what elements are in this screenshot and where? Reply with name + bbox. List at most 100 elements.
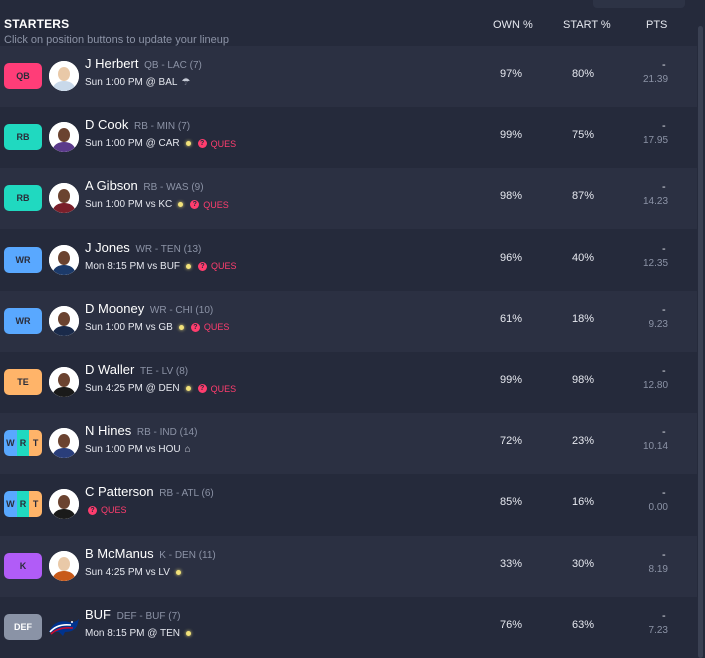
pts-projected: 10.14 xyxy=(643,441,669,453)
game-info: ? QUES xyxy=(85,505,127,515)
player-headshot[interactable] xyxy=(49,305,79,336)
player-headshot[interactable] xyxy=(49,183,79,214)
player-headshot[interactable] xyxy=(49,61,79,91)
own-percent: 96% xyxy=(500,251,523,264)
player-headshot[interactable] xyxy=(49,428,79,459)
own-percent: 97% xyxy=(500,68,523,80)
pts-actual: - xyxy=(662,548,666,561)
own-percent: 99% xyxy=(500,129,523,142)
pts-projected: 21.39 xyxy=(643,74,669,85)
dome-icon: ⌂ xyxy=(184,444,191,456)
player-name-text: D Mooney xyxy=(85,300,145,316)
position-button[interactable]: WR xyxy=(4,307,42,334)
game-info: Sun 1:00 PM @ CAR? QUES xyxy=(85,138,236,149)
column-header-pts[interactable]: PTS xyxy=(646,19,667,31)
player-headshot[interactable] xyxy=(49,550,79,581)
player-meta: RB - WAS (9) xyxy=(143,182,204,194)
injury-alert-icon: ? xyxy=(198,261,208,271)
player-headshot[interactable] xyxy=(49,122,79,153)
player-name[interactable]: B McManus K - DEN (11) xyxy=(85,546,216,561)
player-name[interactable]: BUF DEF - BUF (7) xyxy=(85,607,181,622)
position-button-flex[interactable]: WRT xyxy=(4,491,42,518)
game-info: Sun 4:25 PM @ DEN? QUES xyxy=(85,383,236,394)
flex-letter: W xyxy=(4,491,17,518)
pts-projected: 14.23 xyxy=(643,196,669,208)
flex-letter: T xyxy=(29,430,42,457)
position-button-flex[interactable]: WRT xyxy=(4,430,42,457)
player-meta: RB - IND (14) xyxy=(136,427,198,439)
player-meta: WR - TEN (13) xyxy=(135,243,202,255)
position-button[interactable]: DEF xyxy=(4,613,42,640)
player-name-text: D Waller xyxy=(85,362,135,377)
game-time: Sun 1:00 PM @ CAR xyxy=(85,138,180,150)
injury-status: QUES xyxy=(203,322,230,333)
pts-projected: 9.23 xyxy=(648,318,668,330)
position-button[interactable]: RB xyxy=(4,185,42,212)
player-name-text: BUF xyxy=(85,606,111,622)
player-name-text: C Patterson xyxy=(85,484,154,500)
player-name[interactable]: D Mooney WR - CHI (10) xyxy=(85,301,213,316)
player-name[interactable]: J Jones WR - TEN (13) xyxy=(85,240,201,255)
start-percent: 16% xyxy=(572,496,595,509)
position-button[interactable]: WR xyxy=(4,246,42,273)
player-name-text: D Cook xyxy=(85,117,129,133)
start-percent: 63% xyxy=(572,618,595,631)
start-percent: 18% xyxy=(572,312,595,325)
player-headshot[interactable] xyxy=(49,367,79,397)
game-time: Sun 4:25 PM @ DEN xyxy=(85,383,180,394)
own-percent: 61% xyxy=(500,312,523,325)
game-info: Sun 1:00 PM vs GB? QUES xyxy=(85,322,229,333)
start-percent: 40% xyxy=(572,251,595,264)
game-time: Sun 1:00 PM vs KC xyxy=(85,199,173,211)
sun-icon xyxy=(186,630,191,636)
player-name[interactable]: D Waller TE - LV (8) xyxy=(85,362,188,377)
pts-projected: 0.00 xyxy=(648,502,668,514)
position-button[interactable]: RB xyxy=(4,124,42,151)
player-name[interactable]: D Cook RB - MIN (7) xyxy=(85,117,190,132)
start-percent: 75% xyxy=(572,129,595,142)
player-name[interactable]: C Patterson RB - ATL (6) xyxy=(85,484,214,499)
pts-actual: - xyxy=(662,487,666,500)
player-meta: QB - LAC (7) xyxy=(144,60,202,71)
pts-actual: - xyxy=(662,120,666,133)
sun-icon xyxy=(185,141,191,147)
flex-letter: W xyxy=(4,430,17,457)
player-row: TE D Waller TE - LV (8) Sun 4:25 PM @ DEN?… xyxy=(0,352,697,413)
pts-actual: - xyxy=(662,59,666,71)
player-name-text: J Jones xyxy=(85,239,130,255)
column-header-start[interactable]: START % xyxy=(563,19,611,31)
player-headshot[interactable] xyxy=(49,244,79,275)
column-header-own[interactable]: OWN % xyxy=(493,19,533,31)
game-time: Sun 4:25 PM vs LV xyxy=(85,566,170,578)
injury-status: QUES xyxy=(211,261,237,272)
own-percent: 99% xyxy=(500,374,523,386)
player-headshot[interactable] xyxy=(49,489,79,520)
player-name[interactable]: A Gibson RB - WAS (9) xyxy=(85,178,204,193)
player-row: WR D Mooney WR - CHI (10) Sun 1:00 PM vs G… xyxy=(0,290,697,352)
scrollbar[interactable] xyxy=(698,26,703,658)
position-button[interactable]: TE xyxy=(4,369,42,395)
pts-actual: - xyxy=(662,303,666,316)
injury-status: QUES xyxy=(203,199,229,210)
section-title: STARTERS xyxy=(4,17,70,31)
game-time: Sun 1:00 PM vs GB xyxy=(85,321,173,333)
sun-icon xyxy=(186,263,192,269)
game-time: Sun 1:00 PM @ BAL xyxy=(85,77,178,88)
position-button[interactable]: K xyxy=(4,552,42,579)
player-name[interactable]: N Hines RB - IND (14) xyxy=(85,423,197,438)
pts-projected: 17.95 xyxy=(643,135,669,147)
flex-letter: T xyxy=(29,491,42,518)
player-name-text: N Hines xyxy=(85,423,132,439)
position-button[interactable]: QB xyxy=(4,63,42,89)
player-name[interactable]: J Herbert QB - LAC (7) xyxy=(85,56,202,71)
flex-letter: R xyxy=(16,491,30,518)
sun-icon xyxy=(178,324,184,330)
team-logo-icon xyxy=(47,612,81,642)
start-percent: 80% xyxy=(572,68,595,80)
rain-icon: ☂ xyxy=(181,77,191,88)
player-row: WRT N Hines RB - IND (14) Sun 1:00 PM vs H… xyxy=(0,413,697,475)
pts-actual: - xyxy=(662,365,666,377)
injury-alert-icon: ? xyxy=(190,200,200,210)
top-tab[interactable] xyxy=(593,0,685,8)
pts-actual: - xyxy=(662,181,666,194)
